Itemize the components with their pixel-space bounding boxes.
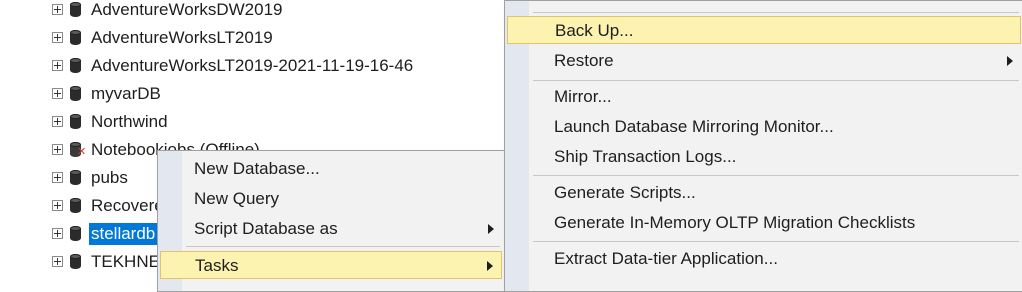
menu-item-label: Back Up... — [555, 21, 634, 40]
menu-item-label: Launch Database Mirroring Monitor... — [554, 117, 834, 136]
database-icon — [70, 254, 81, 269]
menu-item-label: Ship Transaction Logs... — [554, 147, 737, 166]
tree-node-adventureworksdw2019[interactable]: AdventureWorksDW2019 — [0, 0, 520, 24]
tree-node-label[interactable]: AdventureWorksLT2019 — [89, 27, 275, 49]
database-context-menu: New Database... New Query Script Databas… — [157, 150, 505, 292]
tree-node-adventureworkslt2019[interactable]: AdventureWorksLT2019 — [0, 24, 520, 52]
database-icon — [70, 58, 81, 73]
menu-item-extract-data-tier-application[interactable]: Extract Data-tier Application... — [507, 245, 1021, 273]
tree-node-label[interactable]: AdventureWorksLT2019-2021-11-19-16-46 — [89, 55, 415, 77]
menu-item-script-database-as[interactable]: Script Database as — [160, 215, 502, 243]
menu-item-label: Generate Scripts... — [554, 183, 696, 202]
menu-item-back-up[interactable]: Back Up... — [507, 16, 1021, 44]
submenu-arrow-icon — [488, 224, 494, 234]
menu-item-label: Script Database as — [194, 219, 338, 238]
expand-plus-icon[interactable] — [52, 116, 63, 127]
menu-item-generate-scripts[interactable]: Generate Scripts... — [507, 179, 1021, 207]
database-icon — [70, 226, 81, 241]
tree-node-label[interactable]: myvarDB — [89, 83, 163, 105]
menu-item-new-database[interactable]: New Database... — [160, 155, 502, 183]
tree-node-label[interactable]: Recovere — [89, 195, 166, 217]
expand-plus-icon[interactable] — [52, 60, 63, 71]
menu-item-ship-transaction-logs[interactable]: Ship Transaction Logs... — [507, 143, 1021, 171]
menu-item-label: Generate In-Memory OLTP Migration Checkl… — [554, 213, 916, 232]
tree-node-label[interactable]: Northwind — [89, 111, 170, 133]
database-icon — [70, 198, 81, 213]
menu-separator — [533, 80, 1019, 81]
tree-node-northwind[interactable]: Northwind — [0, 108, 520, 136]
menu-separator — [186, 246, 500, 247]
menu-separator — [533, 175, 1019, 176]
offline-x-icon: ✕ — [77, 146, 87, 158]
tasks-submenu: Back Up... Restore Mirror... Launch Data… — [504, 0, 1022, 292]
database-icon — [70, 30, 81, 45]
menu-item-new-query[interactable]: New Query — [160, 185, 502, 213]
database-icon — [70, 170, 81, 185]
database-icon — [70, 86, 81, 101]
menu-item-label: Tasks — [195, 256, 239, 275]
menu-item-label: Extract Data-tier Application... — [554, 249, 778, 268]
expand-plus-icon[interactable] — [52, 172, 63, 183]
menu-item-restore[interactable]: Restore — [507, 47, 1021, 75]
tree-node-label[interactable]: TEKHNE — [89, 251, 162, 273]
menu-item-label: Mirror... — [554, 87, 612, 106]
menu-item-generate-oltp-checklists[interactable]: Generate In-Memory OLTP Migration Checkl… — [507, 209, 1021, 237]
expand-plus-icon[interactable] — [52, 88, 63, 99]
submenu-arrow-icon — [487, 261, 493, 271]
menu-item-mirror[interactable]: Mirror... — [507, 83, 1021, 111]
expand-plus-icon[interactable] — [52, 32, 63, 43]
tree-node-myvardb[interactable]: myvarDB — [0, 80, 520, 108]
expand-plus-icon[interactable] — [52, 256, 63, 267]
menu-item-label: Restore — [554, 51, 614, 70]
menu-separator — [533, 12, 1019, 13]
menu-item-tasks[interactable]: Tasks — [160, 251, 502, 279]
menu-item-label: New Query — [194, 189, 280, 208]
database-icon — [70, 2, 81, 17]
tree-node-label-selected[interactable]: stellardb — [89, 223, 158, 245]
tree-node-label[interactable]: AdventureWorksDW2019 — [89, 0, 285, 21]
menu-item-label: New Database... — [194, 159, 320, 178]
expand-plus-icon[interactable] — [52, 228, 63, 239]
expand-plus-icon[interactable] — [52, 200, 63, 211]
submenu-arrow-icon — [1007, 56, 1013, 66]
menu-item-launch-mirroring-monitor[interactable]: Launch Database Mirroring Monitor... — [507, 113, 1021, 141]
database-icon — [70, 114, 81, 129]
expand-plus-icon[interactable] — [52, 4, 63, 15]
menu-separator — [533, 241, 1019, 242]
expand-plus-icon[interactable] — [52, 144, 63, 155]
tree-node-adventureworkslt2019-backup[interactable]: AdventureWorksLT2019-2021-11-19-16-46 — [0, 52, 520, 80]
tree-node-label[interactable]: pubs — [89, 167, 130, 189]
